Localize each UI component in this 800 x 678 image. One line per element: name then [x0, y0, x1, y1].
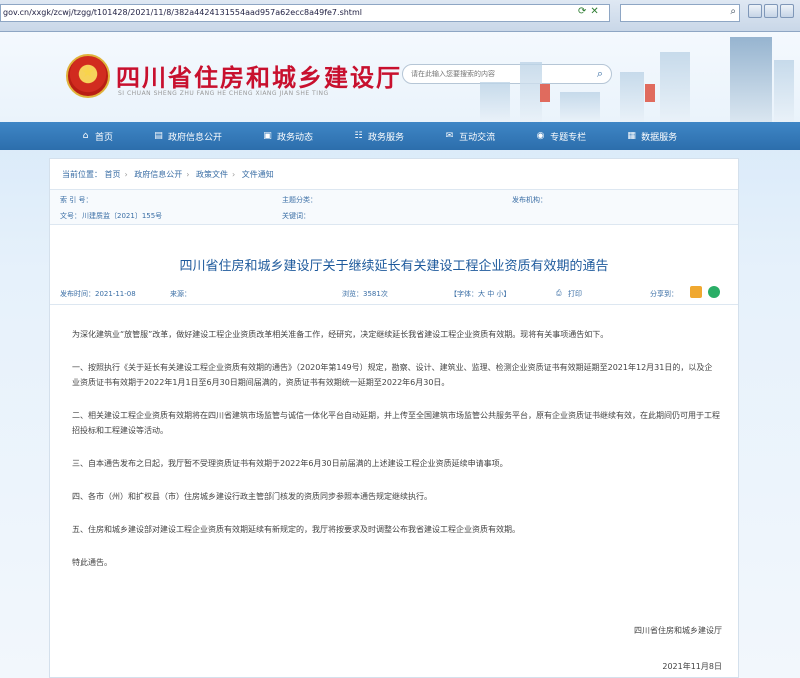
nav-item-interaction[interactable]: ✉ 互动交流 — [444, 130, 495, 143]
publisher-label: 发布机构： — [512, 196, 547, 204]
national-emblem-icon — [66, 54, 110, 98]
nav-item-service[interactable]: ☷ 政务服务 — [353, 130, 405, 143]
document-info-row: 发布时间：2021-11-08 来源： 浏览：3581次 【字体：大 中 小】 … — [50, 283, 738, 305]
news-icon: ▣ — [263, 130, 272, 141]
views-count: 浏览：3581次 — [342, 290, 388, 298]
signature-date: 2021年11月8日 — [662, 662, 722, 671]
settings-icon[interactable] — [780, 4, 794, 18]
paragraph: 为深化建筑业“放管服”改革，做好建设工程企业资质改革相关准备工作，经研究，决定继… — [72, 330, 609, 339]
index-label: 索 引 号： — [60, 196, 93, 204]
home-icon: ⌂ — [82, 130, 89, 141]
site-title[interactable]: 四川省住房和城乡建设厅 — [116, 58, 402, 93]
chat-icon: ✉ — [445, 130, 454, 141]
document-body: 为深化建筑业“放管服”改革，做好建设工程企业资质改革相关准备工作，经研究，决定继… — [72, 327, 720, 588]
weibo-icon[interactable] — [690, 286, 702, 298]
paragraph: 三、自本通告发布之日起，我厅暂不受理资质证书有效期于2022年6月30日前届满的… — [72, 459, 508, 468]
paragraph: 五、住房和城乡建设部对建设工程企业资质有效期延续有新规定的，我厅将按要求及时调整… — [72, 525, 520, 534]
site-header: 四川省住房和城乡建设厅 SI CHUAN SHENG ZHU FANG HE C… — [0, 32, 800, 122]
content-panel: 当前位置： 首页 › 政府信息公开 › 政策文件 › 文件通知 索 引 号： 主题分类… — [49, 158, 739, 678]
print-icon[interactable]: ⎙ — [556, 289, 562, 298]
nav-item-data[interactable]: ▦ 数据服务 — [626, 130, 677, 143]
publish-date: 发布时间：2021-11-08 — [60, 290, 136, 298]
search-icon[interactable]: ⌕ — [730, 6, 736, 17]
document-meta: 索 引 号： 主题分类： 发布机构： 文号： 川建质监〔2021〕155号 关键… — [50, 189, 738, 225]
nav-item-topics[interactable]: ◉ 专题专栏 — [535, 130, 586, 143]
data-icon: ▦ — [627, 130, 636, 141]
breadcrumb-info-public[interactable]: 政府信息公开 — [134, 170, 182, 179]
print-link[interactable]: 打印 — [568, 289, 582, 299]
source: 来源： — [170, 290, 191, 298]
docno-label: 文号： — [60, 212, 81, 220]
browser-search-box[interactable]: ⌕ — [620, 4, 740, 22]
breadcrumb-policy[interactable]: 政策文件 — [196, 170, 228, 179]
site-subtitle: SI CHUAN SHENG ZHU FANG HE CHENG XIANG J… — [118, 90, 329, 97]
nav-item-news[interactable]: ▣ 政务动态 — [262, 130, 313, 143]
go-icon[interactable]: ⟳ — [578, 6, 586, 17]
paragraph: 四、各市（州）和扩权县（市）住房城乡建设行政主管部门核发的资质同步参照本通告规定… — [72, 492, 432, 501]
category-label: 主题分类： — [282, 196, 317, 204]
home-icon[interactable] — [748, 4, 762, 18]
refresh-controls[interactable]: ⟳ ✕ — [578, 6, 608, 20]
paragraph: 二、相关建设工程企业资质有效期将在四川省建筑市场监管与诚信一体化平台自动延期，并… — [72, 411, 720, 435]
address-bar[interactable]: gov.cn/xxgk/zcwj/tzgg/t101428/2021/11/8/… — [0, 4, 610, 22]
topic-icon: ◉ — [536, 130, 545, 141]
signature: 四川省住房和城乡建设厅 — [634, 626, 722, 635]
stop-icon[interactable]: ✕ — [590, 6, 598, 17]
browser-buttons — [746, 4, 796, 22]
main-nav: ⌂ 首页 ▤ 政府信息公开 ▣ 政务动态 ☷ 政务服务 ✉ 互动交流 ◉ 专题专栏 ▦ 数据服… — [0, 122, 800, 150]
keyword-label: 关键词： — [282, 212, 310, 220]
skyline-decoration — [470, 32, 800, 122]
paragraph: 一、按照执行《关于延长有关建设工程企业资质有效期的通告》（2020年第149号）… — [72, 363, 713, 387]
wechat-icon[interactable] — [708, 286, 720, 298]
share-label: 分享到： — [650, 290, 678, 298]
docno-value: 川建质监〔2021〕155号 — [82, 212, 163, 220]
font-size-control[interactable]: 【字体：大 中 小】 — [450, 289, 510, 299]
breadcrumb-notice[interactable]: 文件通知 — [242, 170, 274, 179]
favorites-icon[interactable] — [764, 4, 778, 18]
service-icon: ☷ — [354, 130, 363, 141]
nav-item-home[interactable]: ⌂ 首页 — [80, 130, 113, 143]
document-icon: ▤ — [154, 130, 163, 141]
breadcrumb-home[interactable]: 首页 — [105, 170, 121, 179]
paragraph: 特此通告。 — [72, 558, 112, 567]
breadcrumb: 当前位置： 首页 › 政府信息公开 › 政策文件 › 文件通知 — [62, 170, 274, 179]
browser-toolbar: gov.cn/xxgk/zcwj/tzgg/t101428/2021/11/8/… — [0, 0, 800, 32]
nav-item-info-public[interactable]: ▤ 政府信息公开 — [153, 130, 222, 143]
document-title: 四川省住房和城乡建设厅关于继续延长有关建设工程企业资质有效期的通告 — [179, 259, 609, 274]
